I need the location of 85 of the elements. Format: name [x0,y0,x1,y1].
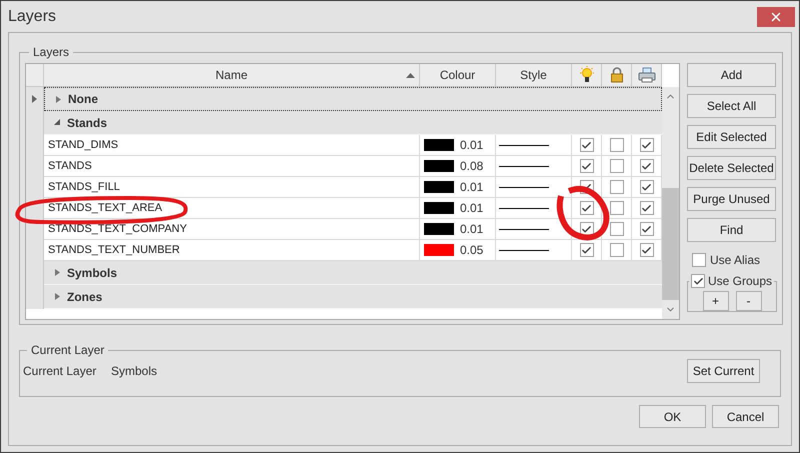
line-width: 0.01 [460,200,484,217]
check-icon [641,202,652,214]
line-style-sample [499,186,549,188]
checkbox[interactable] [610,159,624,173]
collapsed-icon[interactable] [54,293,61,300]
current-layer-value: Symbols [111,363,158,380]
group-row[interactable]: Zones [44,285,662,309]
collapsed-icon[interactable] [54,269,61,276]
check-icon [641,244,652,256]
light-bulb-icon [578,66,594,84]
group-row[interactable]: Stands [44,111,662,135]
dialog-button[interactable]: Delete Selected [687,156,776,180]
group-name: Stands [67,114,108,132]
check-icon [581,224,592,234]
checkbox[interactable] [610,201,624,215]
checkbox[interactable] [691,274,705,288]
column-header[interactable]: Colour [420,64,496,86]
expanded-icon[interactable] [54,119,61,126]
layer-name: STANDS_TEXT_COMPANY [48,222,187,237]
field-label: Current Layer [23,363,98,380]
group-name: Zones [67,288,102,306]
scrollbar-thumb[interactable] [662,188,679,300]
dialog-button[interactable]: OK [639,405,706,428]
group-title: Layers [32,44,70,61]
dialog-button[interactable]: Cancel [712,405,779,428]
dialog-button[interactable]: + [702,291,728,311]
collapsed-icon[interactable] [55,96,62,102]
checkbox[interactable] [580,138,594,152]
checkbox[interactable] [610,180,624,194]
dialog-button[interactable]: Purge Unused [687,187,776,211]
line-style-sample [499,144,549,146]
dialog-button[interactable]: Select All [687,94,776,118]
window-title: Layers [8,6,56,26]
line-width: 0.08 [460,158,484,175]
checkbox[interactable] [692,253,706,267]
checkbox[interactable] [640,201,654,215]
checkbox[interactable] [640,180,654,194]
check-icon [581,244,592,256]
checkbox[interactable] [640,243,654,257]
column-header[interactable]: Name [44,64,420,86]
group-name: Symbols [67,264,118,282]
check-icon [581,140,592,150]
checkbox[interactable] [610,243,624,257]
dialog-button[interactable]: Edit Selected [687,125,776,149]
check-icon [692,276,704,286]
line-width: 0.01 [460,137,484,154]
close-button[interactable] [757,6,795,26]
check-icon [581,160,592,172]
layer-name: STANDS_FILL [48,180,120,195]
line-width: 0.01 [460,179,484,196]
check-icon [581,202,592,214]
checkbox-label: Use Alias [710,252,760,269]
line-style-sample [499,228,549,230]
vertical-scrollbar[interactable] [662,87,679,319]
layer-name: STAND_DIMS [48,138,118,153]
checkbox[interactable] [610,138,624,152]
row-header[interactable] [26,87,44,111]
check-icon [641,160,652,172]
column-header[interactable]: Style [496,64,572,86]
checkbox[interactable] [580,243,594,257]
checkbox[interactable] [640,138,654,152]
line-width: 0.05 [460,242,484,259]
layer-name: STANDS_TEXT_AREA [48,200,162,216]
dialog-button[interactable]: Set Current [687,359,760,383]
group-row[interactable]: Symbols [44,261,662,285]
checkbox-label: Use Groups [708,273,772,290]
check-icon [641,224,652,234]
group-title: Current Layer [30,342,106,359]
printer-icon [638,67,656,83]
dialog-button[interactable]: Find [687,218,776,242]
layer-name: STANDS [48,158,92,174]
check-icon [641,140,652,150]
checkbox[interactable] [610,222,624,236]
checkbox[interactable] [640,222,654,236]
dialog-button[interactable]: - [736,291,762,311]
checkbox[interactable] [640,159,654,173]
checkbox[interactable] [580,201,594,215]
checkbox[interactable] [580,159,594,173]
line-width: 0.01 [460,221,484,238]
group-row[interactable]: None [44,87,662,111]
check-icon [641,182,652,192]
dialog-button[interactable]: Add [687,63,776,87]
layer-name: STANDS_TEXT_NUMBER [48,242,180,258]
padlock-icon [610,67,624,83]
group-name: None [68,91,98,108]
